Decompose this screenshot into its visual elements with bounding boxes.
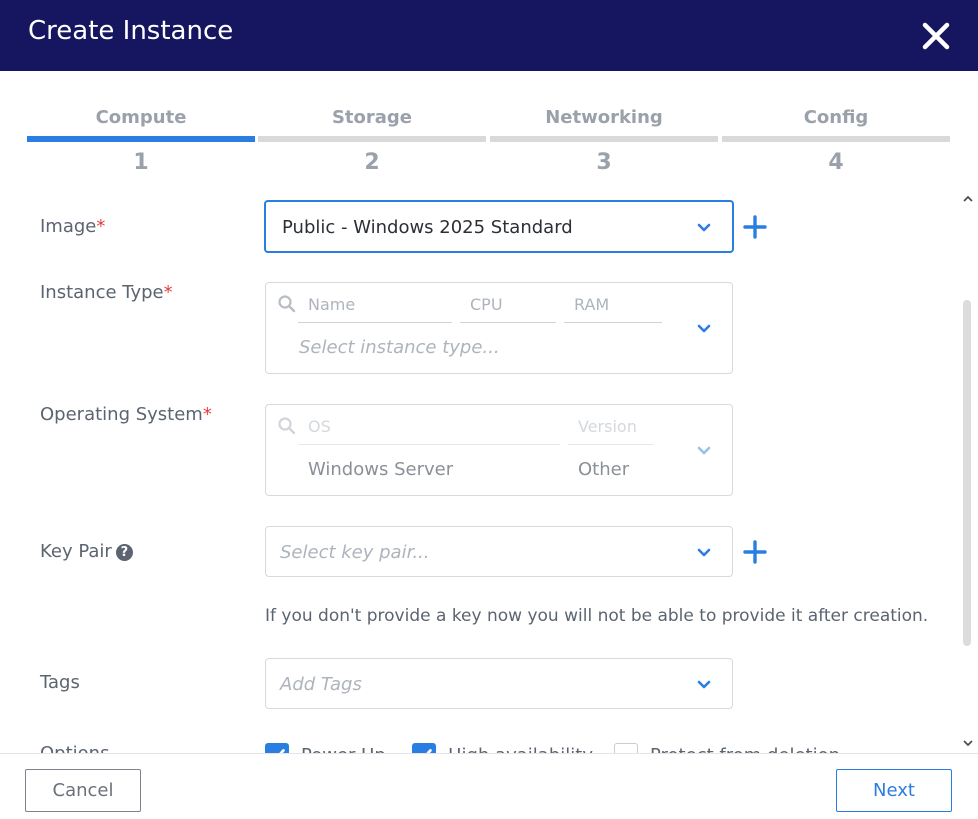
options-label: Options <box>40 743 109 753</box>
add-image-icon[interactable] <box>741 213 769 241</box>
os-filter: OS <box>298 417 560 445</box>
next-button[interactable]: Next <box>836 769 952 812</box>
step-progress-bar <box>27 136 255 142</box>
step-label: Compute <box>95 107 187 128</box>
step-number: 2 <box>364 150 380 175</box>
scrollbar-thumb[interactable] <box>963 300 971 646</box>
step-label: Storage <box>331 107 413 128</box>
form-content: Image* Public - Windows 2025 Standard In… <box>0 190 960 753</box>
chevron-down-icon <box>697 324 711 333</box>
step-networking[interactable]: Networking 3 <box>490 100 718 180</box>
tags-placeholder: Add Tags <box>280 674 362 695</box>
dialog-title: Create Instance <box>28 16 234 46</box>
required-mark: * <box>163 282 173 303</box>
power-up-checkbox[interactable] <box>265 743 289 753</box>
high-availability-checkbox[interactable] <box>412 743 436 753</box>
checkmark-icon <box>279 749 285 753</box>
form-scrollbar[interactable] <box>960 190 974 753</box>
required-mark: * <box>96 216 106 237</box>
dialog-footer: Cancel Next <box>0 753 978 819</box>
step-progress-bar <box>490 136 718 142</box>
operating-system-select: OS Version Windows Server Other <box>265 404 733 496</box>
instance-cpu-filter[interactable]: CPU <box>460 295 556 323</box>
wizard-steps: Compute 1 Storage 2 Networking 3 Config … <box>0 100 978 180</box>
step-progress-bar <box>258 136 486 142</box>
power-up-label: Power Up <box>301 745 386 753</box>
operating-system-label: Operating System* <box>40 404 212 425</box>
instance-ram-filter[interactable]: RAM <box>564 295 662 323</box>
image-select-value: Public - Windows 2025 Standard <box>282 217 573 238</box>
high-availability-label: High availability <box>448 745 593 753</box>
chevron-down-icon <box>697 548 711 557</box>
tags-label: Tags <box>40 672 80 693</box>
step-number: 4 <box>828 150 844 175</box>
help-icon[interactable]: ? <box>115 544 133 561</box>
image-select[interactable]: Public - Windows 2025 Standard <box>264 200 734 253</box>
step-compute[interactable]: Compute 1 <box>27 100 255 180</box>
protect-from-deletion-label: Protect from deletion <box>650 745 840 753</box>
close-icon[interactable] <box>920 20 952 52</box>
step-label: Networking <box>545 107 663 128</box>
cancel-button[interactable]: Cancel <box>25 769 141 812</box>
scroll-up-icon[interactable] <box>962 194 974 204</box>
key-pair-hint: If you don't provide a key now you will … <box>265 606 929 626</box>
chevron-down-icon <box>697 223 711 232</box>
os-version-filter: Version <box>568 417 654 445</box>
chevron-down-icon <box>697 446 711 455</box>
instance-type-label: Instance Type* <box>40 282 173 303</box>
image-label: Image* <box>40 216 106 237</box>
tags-select[interactable]: Add Tags <box>265 658 733 709</box>
step-label: Config <box>803 107 869 128</box>
key-pair-select[interactable]: Select key pair... <box>265 526 733 577</box>
step-config[interactable]: Config 4 <box>722 100 950 180</box>
chevron-down-icon <box>697 680 711 689</box>
instance-type-select[interactable]: Name CPU RAM Select instance type... <box>265 282 733 374</box>
key-pair-placeholder: Select key pair... <box>280 542 430 563</box>
instance-name-filter[interactable]: Name <box>298 295 452 323</box>
os-value: Windows Server <box>308 459 454 480</box>
add-key-pair-icon[interactable] <box>741 538 769 566</box>
step-number: 1 <box>133 150 149 175</box>
step-storage[interactable]: Storage 2 <box>258 100 486 180</box>
search-icon <box>278 295 296 313</box>
instance-type-placeholder: Select instance type... <box>299 337 500 358</box>
step-progress-bar <box>722 136 950 142</box>
required-mark: * <box>202 404 212 425</box>
dialog-header: Create Instance <box>0 0 978 71</box>
os-version-value: Other <box>578 459 630 480</box>
search-icon <box>278 417 296 435</box>
scroll-down-icon[interactable] <box>962 738 974 748</box>
checkmark-icon <box>426 749 432 753</box>
protect-from-deletion-checkbox[interactable] <box>614 743 638 753</box>
step-number: 3 <box>596 150 612 175</box>
key-pair-label: Key Pair? <box>40 541 133 562</box>
